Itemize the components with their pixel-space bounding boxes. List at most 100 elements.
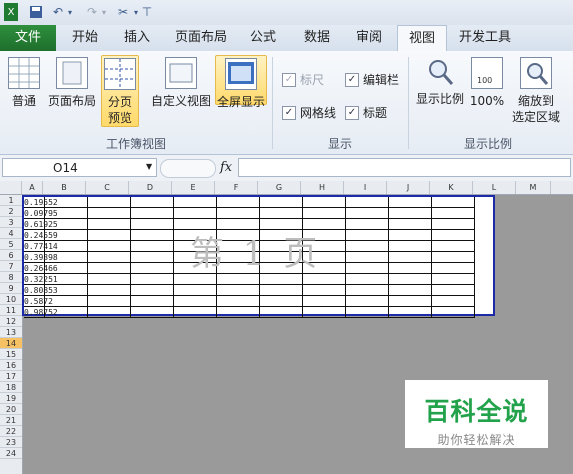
cell[interactable] [88, 219, 131, 230]
cell[interactable] [45, 219, 88, 230]
cell[interactable] [432, 197, 475, 208]
cell[interactable] [88, 230, 131, 241]
tab-file[interactable]: 文件 [0, 25, 56, 51]
cell[interactable] [45, 230, 88, 241]
chevron-down-icon[interactable]: ▾ [132, 3, 140, 21]
cell[interactable] [260, 208, 303, 219]
cell[interactable] [432, 263, 475, 274]
cell[interactable] [432, 252, 475, 263]
zoom-to-selection-button[interactable]: 缩放到 选定区域 [508, 57, 564, 125]
cell[interactable] [303, 208, 346, 219]
cell[interactable] [174, 197, 217, 208]
cell[interactable]: 0.77414 [24, 241, 58, 252]
tab-home[interactable]: 开始 [62, 25, 108, 51]
cell[interactable] [432, 285, 475, 296]
cell[interactable] [432, 208, 475, 219]
cell[interactable] [45, 252, 88, 263]
cell[interactable] [389, 296, 432, 307]
cell[interactable] [432, 307, 475, 318]
chevron-down-icon[interactable]: ▼ [146, 162, 152, 171]
name-box[interactable]: O14 [2, 158, 157, 177]
cell[interactable] [303, 307, 346, 318]
column-header-I[interactable]: I [344, 181, 387, 194]
cell[interactable] [174, 296, 217, 307]
cell[interactable]: 0.61925 [24, 219, 58, 230]
cell[interactable] [303, 296, 346, 307]
cell[interactable] [174, 208, 217, 219]
cell[interactable] [346, 307, 389, 318]
row-header-12[interactable]: 12 [0, 316, 22, 327]
row-header-20[interactable]: 20 [0, 404, 22, 415]
cell[interactable] [131, 274, 174, 285]
select-all-corner[interactable] [0, 181, 22, 194]
row-header-14[interactable]: 14 [0, 338, 22, 349]
cell[interactable] [217, 208, 260, 219]
cell[interactable] [432, 274, 475, 285]
cell[interactable] [131, 263, 174, 274]
full-screen-button[interactable]: 全屏显示 [215, 55, 267, 109]
formula-bar-checkbox[interactable]: ✓ 编辑栏 [345, 71, 399, 88]
row-header-2[interactable]: 2 [0, 206, 22, 217]
cell[interactable] [45, 197, 88, 208]
row-header-13[interactable]: 13 [0, 327, 22, 338]
row-header-7[interactable]: 7 [0, 261, 22, 272]
cell[interactable] [346, 230, 389, 241]
tab-page-layout[interactable]: 页面布局 [168, 25, 234, 51]
cell[interactable] [346, 274, 389, 285]
zoom-button[interactable]: 显示比例 [414, 57, 466, 107]
undo-icon[interactable]: ↶ [50, 3, 66, 21]
cell[interactable] [88, 307, 131, 318]
cell[interactable] [131, 296, 174, 307]
cell[interactable] [131, 197, 174, 208]
row-header-10[interactable]: 10 [0, 294, 22, 305]
column-header-F[interactable]: F [215, 181, 258, 194]
row-header-4[interactable]: 4 [0, 228, 22, 239]
row-header-23[interactable]: 23 [0, 437, 22, 448]
cell[interactable] [174, 307, 217, 318]
cell[interactable] [217, 285, 260, 296]
cell[interactable] [389, 285, 432, 296]
cell[interactable] [346, 197, 389, 208]
cell[interactable] [131, 285, 174, 296]
cell[interactable] [389, 241, 432, 252]
row-header-8[interactable]: 8 [0, 272, 22, 283]
cell[interactable] [88, 296, 131, 307]
cell[interactable] [389, 208, 432, 219]
row-header-1[interactable]: 1 [0, 195, 22, 206]
cell[interactable] [131, 219, 174, 230]
chevron-down-icon[interactable]: ▾ [100, 3, 108, 21]
cell[interactable]: 0.26466 [24, 263, 58, 274]
cell[interactable] [389, 274, 432, 285]
row-header-17[interactable]: 17 [0, 371, 22, 382]
redo-icon[interactable]: ↷ [84, 3, 100, 21]
row-header-6[interactable]: 6 [0, 250, 22, 261]
page-break-preview-button[interactable]: 分页 预览 [101, 55, 139, 127]
row-header-24[interactable]: 24 [0, 448, 22, 459]
cell[interactable] [346, 285, 389, 296]
cell[interactable] [303, 274, 346, 285]
cell[interactable] [389, 307, 432, 318]
cell[interactable] [432, 241, 475, 252]
tab-data[interactable]: 数据 [294, 25, 340, 51]
cell[interactable] [45, 241, 88, 252]
tab-insert[interactable]: 插入 [114, 25, 160, 51]
cell[interactable]: 0.09795 [24, 208, 58, 219]
formula-input[interactable] [238, 158, 571, 177]
row-header-16[interactable]: 16 [0, 360, 22, 371]
row-header-21[interactable]: 21 [0, 415, 22, 426]
column-header-K[interactable]: K [430, 181, 473, 194]
cell[interactable] [389, 252, 432, 263]
insert-function-icon[interactable]: fx [220, 160, 232, 175]
page-layout-view-button[interactable]: 页面布局 [46, 57, 98, 109]
tab-formulas[interactable]: 公式 [240, 25, 286, 51]
cell[interactable] [131, 230, 174, 241]
cell[interactable] [217, 296, 260, 307]
cell[interactable] [45, 307, 88, 318]
cell[interactable] [260, 197, 303, 208]
cell[interactable] [260, 307, 303, 318]
tools-icon[interactable]: ✂ [114, 3, 132, 21]
column-header-J[interactable]: J [387, 181, 430, 194]
cell[interactable] [432, 296, 475, 307]
row-header-5[interactable]: 5 [0, 239, 22, 250]
row-header-19[interactable]: 19 [0, 393, 22, 404]
